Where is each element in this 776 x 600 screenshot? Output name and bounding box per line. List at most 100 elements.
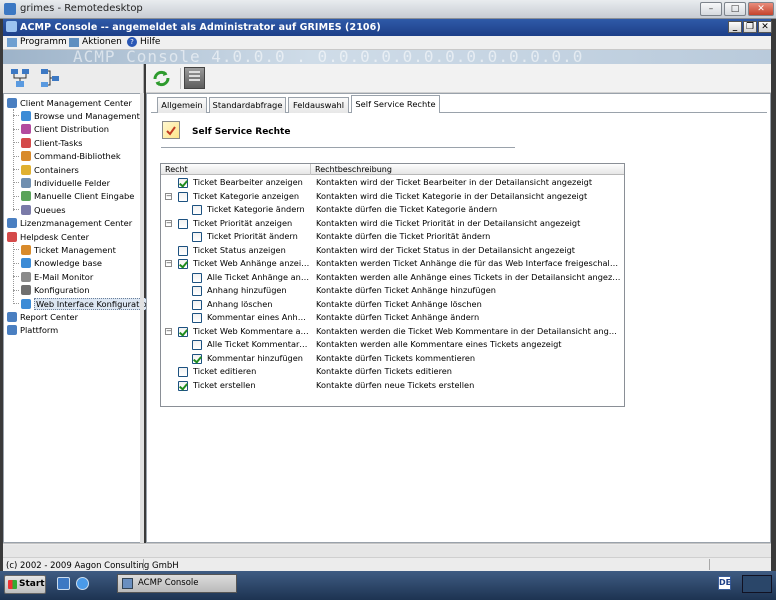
tree-item[interactable]: Knowledge base bbox=[13, 257, 102, 270]
menu-programm[interactable]: Programm bbox=[7, 37, 67, 47]
app-minimize-button[interactable]: _ bbox=[728, 21, 742, 33]
collapse-toggle[interactable]: − bbox=[165, 327, 172, 335]
table-row[interactable]: − Ticket Priorität anzeigen Kontakten wird… bbox=[161, 217, 624, 231]
table-row[interactable]: Ticket Status anzeigen Kontakten wird der… bbox=[161, 244, 624, 258]
tree-item[interactable]: Helpdesk Center bbox=[7, 230, 89, 243]
start-button[interactable]: Start bbox=[4, 575, 46, 594]
tree-item-label: Plattform bbox=[20, 325, 59, 336]
permission-checkbox[interactable] bbox=[178, 380, 188, 391]
tree-item[interactable]: Browse und Management bbox=[13, 109, 140, 122]
permission-name: Ticket Priorität ändern bbox=[207, 231, 298, 241]
permission-checkbox[interactable] bbox=[192, 205, 202, 215]
collapse-toggle[interactable]: − bbox=[165, 219, 172, 227]
tree-item[interactable]: Lizenzmanagement Center bbox=[7, 217, 132, 230]
menu-aktionen[interactable]: Aktionen bbox=[69, 37, 122, 47]
permission-checkbox[interactable] bbox=[178, 191, 188, 202]
tree-item[interactable]: Web Interface Konfiguration bbox=[13, 297, 155, 310]
tree-item[interactable]: Command-Bibliothek bbox=[13, 150, 121, 163]
horizontal-scrollbar[interactable] bbox=[3, 545, 771, 558]
table-row[interactable]: Anhang löschen Kontakte dürfen Ticket Anh… bbox=[161, 298, 624, 312]
permission-name: Kommentar eines Anhang... bbox=[207, 312, 310, 322]
permission-checkbox[interactable] bbox=[192, 286, 202, 296]
table-row[interactable]: Ticket Bearbeiter anzeigen Kontakten wird… bbox=[161, 176, 624, 190]
table-row[interactable]: Ticket Kategorie ändern Kontakte dürfen d… bbox=[161, 203, 624, 217]
close-button[interactable]: ✕ bbox=[748, 2, 774, 16]
permission-name: Ticket Kategorie anzeigen bbox=[193, 190, 300, 201]
permission-checkbox[interactable] bbox=[192, 353, 202, 364]
tree-item[interactable]: Ticket Management bbox=[13, 243, 116, 256]
permission-checkbox[interactable] bbox=[178, 218, 188, 229]
permission-checkbox[interactable] bbox=[192, 299, 202, 310]
permission-checkbox[interactable] bbox=[178, 367, 188, 377]
collapse-toggle[interactable]: − bbox=[165, 260, 172, 267]
network-view-icon[interactable] bbox=[39, 67, 61, 89]
helpdesk-icon bbox=[7, 231, 17, 242]
app-titlebar[interactable]: ACMP Console -- angemeldet als Administr… bbox=[3, 19, 772, 36]
tree-item[interactable]: Queues bbox=[13, 203, 66, 216]
tree-item[interactable]: Client Distribution bbox=[13, 123, 109, 136]
permission-description: Kontakten wird die Ticket Priorität in d… bbox=[316, 217, 581, 228]
tab-standardabfrage[interactable]: Standardabfrage bbox=[209, 97, 286, 113]
tab-allgemein[interactable]: Allgemein bbox=[157, 97, 207, 113]
permission-checkbox[interactable] bbox=[178, 259, 188, 269]
tasks-icon bbox=[21, 137, 31, 148]
tab-self-service-rechte[interactable]: Self Service Rechte bbox=[351, 95, 440, 113]
menu-hilfe[interactable]: ? Hilfe bbox=[127, 37, 160, 47]
tab-feldauswahl[interactable]: Feldauswahl bbox=[288, 97, 349, 113]
tree-item[interactable]: Manuelle Client Eingabe bbox=[13, 190, 135, 203]
system-tray[interactable] bbox=[742, 575, 772, 593]
table-row[interactable]: − Ticket Web Anhänge anzeigen Kontakten we… bbox=[161, 257, 624, 271]
table-row[interactable]: Alle Ticket Anhänge anzei... Kontakten we… bbox=[161, 271, 624, 285]
permission-checkbox[interactable] bbox=[178, 326, 188, 337]
tree-item[interactable]: Plattform bbox=[7, 324, 58, 337]
tree-item[interactable]: Containers bbox=[13, 163, 79, 176]
tree-item[interactable]: Individuelle Felder bbox=[13, 176, 110, 189]
left-toolbar bbox=[3, 64, 144, 93]
collapse-toggle[interactable]: − bbox=[165, 192, 172, 200]
tree-item[interactable]: Konfiguration bbox=[13, 284, 90, 297]
permission-checkbox[interactable] bbox=[178, 245, 188, 256]
desktop-icon[interactable] bbox=[57, 577, 70, 590]
remote-desktop-icon bbox=[4, 3, 16, 15]
column-header-recht[interactable]: Recht bbox=[161, 164, 311, 175]
browser-icon[interactable] bbox=[76, 577, 89, 590]
permission-checkbox[interactable] bbox=[192, 232, 202, 242]
table-row[interactable]: Ticket editieren Kontakte dürfen Tickets … bbox=[161, 365, 624, 379]
tree-item[interactable]: Client Management Center bbox=[7, 96, 132, 109]
table-row[interactable]: Ticket Priorität ändern Kontakte dürfen d… bbox=[161, 230, 624, 244]
permission-checkbox[interactable] bbox=[192, 313, 202, 323]
table-row[interactable]: Kommentar eines Anhang... Kontakte dürfen… bbox=[161, 311, 624, 325]
tree-item-label: Command-Bibliothek bbox=[34, 151, 121, 162]
tree-scrollbar[interactable] bbox=[140, 93, 144, 543]
permission-name: Ticket Web Kommentare anz... bbox=[193, 325, 310, 336]
app-close-button[interactable]: ✕ bbox=[758, 21, 772, 33]
table-row[interactable]: Kommentar hinzufügen Kontakte dürfen Tick… bbox=[161, 352, 624, 366]
app-icon bbox=[6, 21, 17, 32]
table-row[interactable]: − Ticket Kategorie anzeigen Kontakten wird… bbox=[161, 190, 624, 204]
network-tree-icon[interactable] bbox=[9, 67, 31, 89]
permission-checkbox[interactable] bbox=[192, 340, 202, 350]
tree-item[interactable]: E-Mail Monitor bbox=[13, 270, 93, 283]
tree-item-label: Manuelle Client Eingabe bbox=[34, 191, 135, 202]
tree-item[interactable]: Report Center bbox=[7, 310, 78, 323]
aktionen-icon bbox=[69, 37, 79, 47]
table-row[interactable]: − Ticket Web Kommentare anz... Kontakten w… bbox=[161, 325, 624, 339]
toolbar-separator bbox=[180, 68, 181, 89]
minimize-button[interactable]: – bbox=[700, 2, 722, 16]
permission-checkbox[interactable] bbox=[178, 178, 188, 188]
taskbar-app-button[interactable]: ACMP Console bbox=[117, 574, 237, 593]
queue-icon bbox=[21, 204, 31, 215]
remote-desktop-titlebar[interactable]: grimes - Remotedesktop – □ ✕ bbox=[0, 0, 776, 19]
column-header-rechtbeschreibung[interactable]: Rechtbeschreibung bbox=[311, 164, 624, 175]
app-restore-button[interactable]: ❐ bbox=[743, 21, 757, 33]
save-icon[interactable] bbox=[184, 67, 205, 89]
permission-checkbox[interactable] bbox=[192, 272, 202, 283]
maximize-button[interactable]: □ bbox=[724, 2, 746, 16]
language-indicator[interactable]: DE bbox=[718, 576, 731, 590]
table-row[interactable]: Anhang hinzufügen Kontakte dürfen Ticket … bbox=[161, 284, 624, 298]
table-row[interactable]: Ticket erstellen Kontakte dürfen neue Tic… bbox=[161, 379, 624, 393]
table-row[interactable]: Alle Ticket Kommentare a... Kontakten wer… bbox=[161, 338, 624, 352]
refresh-icon[interactable] bbox=[151, 68, 172, 89]
tree-item[interactable]: Client-Tasks bbox=[13, 136, 82, 149]
permission-name: Ticket editieren bbox=[193, 366, 257, 376]
